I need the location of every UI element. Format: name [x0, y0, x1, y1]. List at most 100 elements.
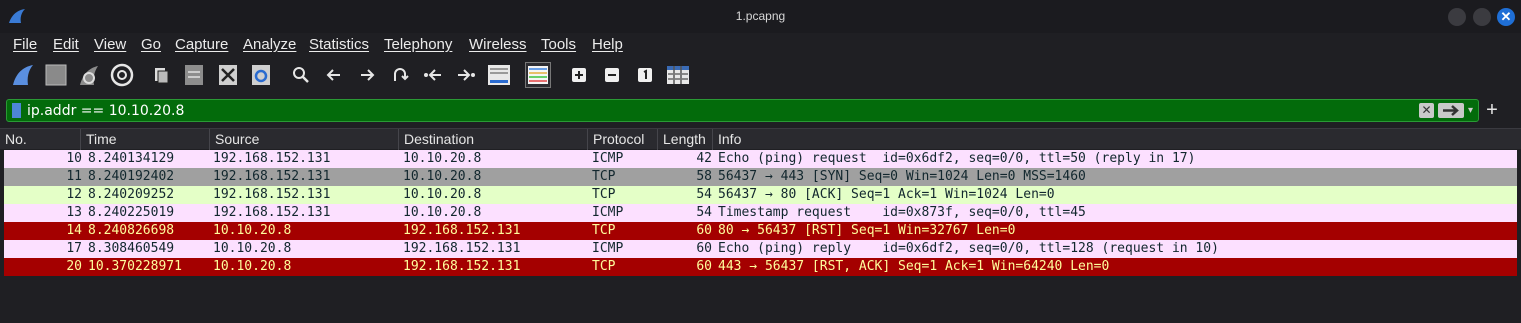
menu-view[interactable]: View [94, 36, 126, 53]
packet-protocol: TCP [592, 223, 616, 238]
open-file-icon[interactable] [148, 62, 174, 88]
packet-row[interactable]: 10 8.240134129 192.168.152.131 10.10.20.… [4, 150, 1517, 168]
normal-size-icon[interactable] [632, 62, 658, 88]
packet-no: 20 [66, 259, 82, 274]
packet-info: 56437 → 80 [ACK] Seq=1 Ack=1 Win=1024 Le… [718, 187, 1055, 202]
go-to-packet-icon[interactable] [387, 62, 413, 88]
add-filter-button-icon[interactable]: + [1483, 99, 1501, 121]
packet-protocol: TCP [592, 259, 616, 274]
packet-destination: 192.168.152.131 [403, 223, 521, 238]
column-source[interactable]: Source [210, 129, 399, 150]
packet-no: 17 [66, 241, 82, 256]
go-back-icon[interactable] [321, 62, 347, 88]
column-length[interactable]: Length [658, 129, 713, 150]
packet-row[interactable]: 13 8.240225019 192.168.152.131 10.10.20.… [4, 204, 1517, 222]
packet-protocol: ICMP [592, 151, 624, 166]
filter-history-dropdown-icon[interactable]: ▾ [1468, 103, 1478, 118]
column-protocol[interactable]: Protocol [588, 129, 658, 150]
restart-capture-icon[interactable] [76, 62, 102, 88]
packet-length: 60 [696, 223, 712, 238]
title-bar: 1.pcapng ✕ [0, 0, 1521, 33]
packet-no: 13 [66, 205, 82, 220]
packet-info: 443 → 56437 [RST, ACK] Seq=1 Ack=1 Win=6… [718, 259, 1110, 274]
reload-file-icon[interactable] [248, 62, 274, 88]
packet-destination: 192.168.152.131 [403, 241, 521, 256]
packet-time: 10.370228971 [88, 259, 182, 274]
packet-source: 10.10.20.8 [213, 223, 292, 238]
menu-help[interactable]: Help [592, 36, 623, 53]
column-destination[interactable]: Destination [399, 129, 588, 150]
resize-columns-icon[interactable] [665, 62, 691, 88]
packet-info: 80 → 56437 [RST] Seq=1 Win=32767 Len=0 [718, 223, 1016, 238]
menu-go[interactable]: Go [141, 36, 161, 53]
filter-bookmark-icon[interactable] [12, 103, 21, 118]
packet-source: 192.168.152.131 [213, 187, 331, 202]
packet-time: 8.308460549 [88, 241, 175, 256]
autoscroll-icon[interactable] [486, 62, 512, 88]
menu-telephony[interactable]: Telephony [384, 36, 452, 53]
menu-wireless[interactable]: Wireless [469, 36, 527, 53]
menu-file[interactable]: File [13, 36, 37, 53]
go-first-icon[interactable] [420, 62, 446, 88]
packet-no: 14 [66, 223, 82, 238]
go-last-icon[interactable] [453, 62, 479, 88]
packet-protocol: TCP [592, 187, 616, 202]
packet-no: 11 [66, 169, 82, 184]
menu-statistics[interactable]: Statistics [309, 36, 369, 53]
packet-row[interactable]: 17 8.308460549 10.10.20.8 192.168.152.13… [4, 240, 1517, 258]
packet-protocol: ICMP [592, 205, 624, 220]
menu-tools[interactable]: Tools [541, 36, 576, 53]
close-file-icon[interactable] [215, 62, 241, 88]
packet-destination: 10.10.20.8 [403, 187, 482, 202]
packet-row[interactable]: 11 8.240192402 192.168.152.131 10.10.20.… [4, 168, 1517, 186]
packet-length: 60 [696, 241, 712, 256]
packet-list-header: No. Time Source Destination Protocol Len… [0, 128, 1521, 150]
close-button[interactable]: ✕ [1497, 8, 1515, 26]
packet-destination: 10.10.20.8 [403, 169, 482, 184]
packet-time: 8.240209252 [88, 187, 175, 202]
go-forward-icon[interactable] [354, 62, 380, 88]
column-info[interactable]: Info [713, 129, 1521, 150]
packet-length: 60 [696, 259, 712, 274]
main-toolbar [0, 58, 1521, 94]
packet-source: 10.10.20.8 [213, 241, 292, 256]
minimize-button[interactable] [1448, 8, 1466, 26]
column-time[interactable]: Time [81, 129, 210, 150]
find-packet-icon[interactable] [288, 62, 314, 88]
apply-filter-icon[interactable] [1438, 103, 1464, 118]
packet-destination: 192.168.152.131 [403, 259, 521, 274]
packet-length: 54 [696, 187, 712, 202]
zoom-out-icon[interactable] [599, 62, 625, 88]
window-title: 1.pcapng [735, 9, 786, 23]
packet-row[interactable]: 14 8.240826698 10.10.20.8 192.168.152.13… [4, 222, 1517, 240]
colorize-icon[interactable] [525, 62, 551, 88]
menu-edit[interactable]: Edit [53, 36, 79, 53]
save-file-icon[interactable] [181, 62, 207, 88]
packet-row[interactable]: 20 10.370228971 10.10.20.8 192.168.152.1… [4, 258, 1517, 276]
packet-info: Echo (ping) request id=0x6df2, seq=0/0, … [718, 151, 1196, 166]
clear-filter-icon[interactable]: ✕ [1419, 103, 1434, 118]
packet-list: 10 8.240134129 192.168.152.131 10.10.20.… [4, 150, 1517, 276]
packet-protocol: ICMP [592, 241, 624, 256]
menu-bar: File Edit View Go Capture Analyze Statis… [0, 33, 1521, 57]
display-filter-input[interactable]: ip.addr == 10.10.20.8 [27, 103, 184, 119]
capture-options-icon[interactable] [109, 62, 135, 88]
packet-length: 58 [696, 169, 712, 184]
packet-row[interactable]: 12 8.240209252 192.168.152.131 10.10.20.… [4, 186, 1517, 204]
packet-destination: 10.10.20.8 [403, 151, 482, 166]
menu-analyze[interactable]: Analyze [243, 36, 296, 53]
start-capture-icon[interactable] [10, 62, 36, 88]
packet-source: 192.168.152.131 [213, 151, 331, 166]
packet-time: 8.240826698 [88, 223, 175, 238]
packet-destination: 10.10.20.8 [403, 205, 482, 220]
zoom-in-icon[interactable] [566, 62, 592, 88]
maximize-button[interactable] [1473, 8, 1491, 26]
packet-protocol: TCP [592, 169, 616, 184]
packet-source: 10.10.20.8 [213, 259, 292, 274]
column-no[interactable]: No. [0, 129, 81, 150]
stop-capture-icon[interactable] [43, 62, 69, 88]
menu-capture[interactable]: Capture [175, 36, 228, 53]
packet-time: 8.240192402 [88, 169, 175, 184]
packet-length: 54 [696, 205, 712, 220]
display-filter-bar[interactable]: ip.addr == 10.10.20.8 ✕ ▾ [6, 99, 1479, 122]
